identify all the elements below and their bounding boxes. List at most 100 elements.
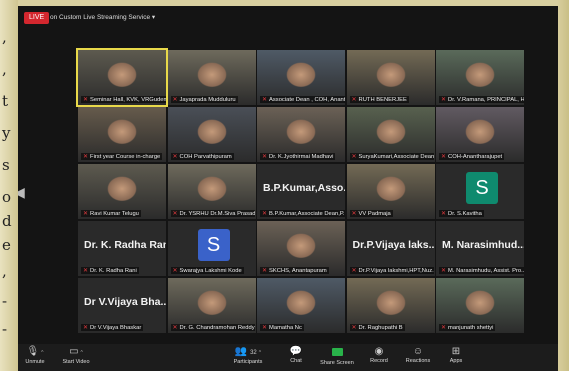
- participant-name: VV Padmaja: [358, 211, 391, 217]
- video-off-icon: ▭ ^: [69, 346, 83, 357]
- participant-tile[interactable]: ✕ Ravi Kumar Telugu: [78, 164, 166, 219]
- participant-name-label: ✕ M. Narasimhudu, Assist. Pro...: [439, 267, 524, 274]
- zoom-window: LIVE on Custom Live Streaming Service ▾ …: [18, 6, 558, 371]
- chevron-left-icon[interactable]: ◀: [18, 184, 25, 201]
- mic-muted-icon: ✕: [83, 211, 89, 217]
- unmute-button[interactable]: 🎙 ^ Unmute: [20, 346, 50, 365]
- participant-tile[interactable]: ✕ Dr. YSRHU Dr.M.Siva Prasad: [167, 164, 256, 219]
- mic-muted-icon: ✕: [351, 154, 357, 160]
- participant-name: Seminar Hall, KVK, VRGudem: [90, 97, 166, 103]
- stream-service-dropdown[interactable]: on Custom Live Streaming Service ▾: [50, 13, 155, 21]
- participant-display-name: B.P.Kumar,Asso...: [263, 182, 345, 194]
- participant-tile[interactable]: ✕ Dr. Raghupathi B: [346, 278, 435, 333]
- margin-char: o: [2, 188, 12, 206]
- participant-name-label: ✕ Dr. K. Radha Rani: [81, 267, 139, 274]
- margin-char: e: [2, 236, 11, 254]
- mic-muted-icon: ✕: [83, 325, 89, 331]
- margin-char: d: [2, 212, 12, 230]
- participant-tile[interactable]: ✕ manjunath shettyi: [436, 278, 524, 333]
- video-grid: ✕ Seminar Hall, KVK, VRGudem ✕ Jayaprada Mu…: [76, 48, 524, 337]
- mic-muted-icon: ✕: [83, 154, 89, 160]
- chat-label: Chat: [290, 358, 302, 364]
- participant-name: B.P.Kumar,Associate Dean,P...: [269, 211, 345, 217]
- participant-tile[interactable]: ✕ Dr. V.Ramana, PRINCIPAL, H...: [436, 50, 524, 105]
- margin-char: t: [2, 92, 9, 110]
- apps-icon: ⊞: [451, 346, 461, 357]
- participant-tile[interactable]: S ✕ Swarajya Lakshmi Kode: [167, 221, 256, 276]
- chevron-down-icon: ▾: [151, 14, 156, 21]
- participant-name-label: ✕ Dr.P.Vijaya lakshmi,HPT,Nuz...: [349, 267, 435, 274]
- participant-name-label: ✕ Dr. G. Chandramohan Reddy: [170, 324, 256, 331]
- avatar: S: [466, 172, 498, 204]
- participant-count: 32: [250, 350, 257, 356]
- chat-icon: 💬: [289, 346, 303, 357]
- participant-display-name: M. Narasimhud...: [442, 239, 524, 251]
- reactions-button[interactable]: ☺ Reactions: [402, 346, 434, 364]
- participant-name: Dr. V.Ramana, PRINCIPAL, H...: [448, 97, 524, 103]
- participant-name: Swarajya Lakshmi Kode: [179, 268, 242, 274]
- share-screen-button[interactable]: Share Screen: [316, 346, 358, 366]
- margin-char: ,: [2, 60, 7, 78]
- participant-tile[interactable]: ✕ VV Padmaja: [346, 164, 435, 219]
- participant-name-label: ✕ Dr. K.Jyothirmai Madhavi: [260, 153, 336, 160]
- participant-name: SKCHS, Anantapuram: [269, 268, 327, 274]
- record-button[interactable]: ◉ Record: [366, 346, 392, 364]
- mic-muted-icon: ✕: [351, 268, 357, 274]
- participant-name-label: ✕ Dr. S.Kavitha: [439, 210, 484, 217]
- participant-name: Dr.P.Vijaya lakshmi,HPT,Nuz...: [358, 268, 435, 274]
- participant-name-label: ✕ Dr V.Vijaya Bhaskar: [81, 324, 144, 331]
- participant-tile[interactable]: ✕SuryaKumari,Associate Dean,C...: [346, 107, 435, 162]
- mic-muted-icon: ✕: [441, 97, 447, 103]
- participant-tile[interactable]: ✕ COH-Anantharajupet: [436, 107, 524, 162]
- participant-tile[interactable]: ✕ Jayaprada Mudduluru: [167, 50, 256, 105]
- mic-muted-icon: ✕: [83, 268, 89, 274]
- participant-tile[interactable]: Dr. K. Radha Rani ✕ Dr. K. Radha Rani: [78, 221, 166, 276]
- participant-name-label: ✕ Jayaprada Mudduluru: [170, 96, 238, 103]
- participant-tile[interactable]: ✕ SKCHS, Anantapuram: [257, 221, 345, 276]
- participant-tile[interactable]: S ✕ Dr. S.Kavitha: [436, 164, 524, 219]
- live-button[interactable]: LIVE: [24, 12, 50, 24]
- reactions-icon: ☺: [412, 346, 424, 357]
- participant-tile[interactable]: Dr.P.Vijaya laks... ✕ Dr.P.Vijaya lakshmi,…: [346, 221, 435, 276]
- participant-tile[interactable]: ✕ Mamatha Nc: [257, 278, 345, 333]
- participant-name: SuryaKumari,Associate Dean,C...: [358, 154, 435, 160]
- share-screen-label: Share Screen: [320, 360, 354, 366]
- chat-button[interactable]: 💬 Chat: [284, 346, 308, 364]
- participant-tile[interactable]: ✕ Dr. K.Jyothirmai Madhavi: [257, 107, 345, 162]
- start-video-button[interactable]: ▭ ^ Start Video: [56, 346, 96, 365]
- margin-char: s: [2, 156, 10, 174]
- participant-name-label: ✕ manjunath shettyi: [439, 324, 496, 331]
- participant-tile[interactable]: M. Narasimhud... ✕ M. Narasimhudu, Assist.…: [436, 221, 524, 276]
- participant-tile[interactable]: ✕ Seminar Hall, KVK, VRGudem: [76, 48, 168, 107]
- mic-muted-icon: ✕: [262, 268, 268, 274]
- apps-button[interactable]: ⊞ Apps: [444, 346, 468, 364]
- mic-muted-icon: ✕: [172, 268, 178, 274]
- participant-tile[interactable]: ✕ Associate Dean , COH, Anant...: [257, 50, 345, 105]
- mic-muted-icon: 🎙 ^: [26, 346, 44, 357]
- participant-tile[interactable]: Dr V.Vijaya Bha... ✕ Dr V.Vijaya Bhaskar: [78, 278, 166, 333]
- participant-tile[interactable]: B.P.Kumar,Asso... ✕ B.P.Kumar,Associate De…: [257, 164, 345, 219]
- mic-muted-icon: ✕: [172, 211, 178, 217]
- mic-muted-icon: ✕: [262, 325, 268, 331]
- participant-name: Ravi Kumar Telugu: [90, 211, 139, 217]
- participant-name: Associate Dean , COH, Anant...: [269, 97, 345, 103]
- stream-service-label: on Custom Live Streaming Service: [50, 14, 151, 21]
- participant-name: COH-Anantharajupet: [448, 154, 503, 160]
- participant-tile[interactable]: ✕ Dr. G. Chandramohan Reddy: [167, 278, 256, 333]
- participant-name-label: ✕ Mamatha Nc: [260, 324, 304, 331]
- unmute-label: Unmute: [25, 359, 45, 365]
- margin-char: -: [2, 292, 8, 310]
- participant-tile[interactable]: ✕ COH Parvathipuram: [167, 107, 256, 162]
- participant-name-label: ✕ Associate Dean , COH, Anant...: [260, 96, 345, 103]
- share-screen-icon: [316, 346, 358, 360]
- participant-name-label: ✕ Dr. V.Ramana, PRINCIPAL, H...: [439, 96, 524, 103]
- participants-button[interactable]: 👥 32 ^ Participants: [224, 346, 272, 365]
- margin-char: y: [2, 124, 11, 142]
- participant-name-label: ✕ COH-Anantharajupet: [439, 153, 505, 160]
- participant-name-label: ✕ Swarajya Lakshmi Kode: [170, 267, 244, 274]
- participant-tile[interactable]: ✕ First year Course in-charge: [78, 107, 166, 162]
- mic-muted-icon: ✕: [441, 325, 447, 331]
- participant-tile[interactable]: ✕ RUTH BENERJEE: [346, 50, 435, 105]
- mic-muted-icon: ✕: [262, 97, 268, 103]
- book-page-left-edge: , , t y s o d e , - -: [0, 0, 18, 371]
